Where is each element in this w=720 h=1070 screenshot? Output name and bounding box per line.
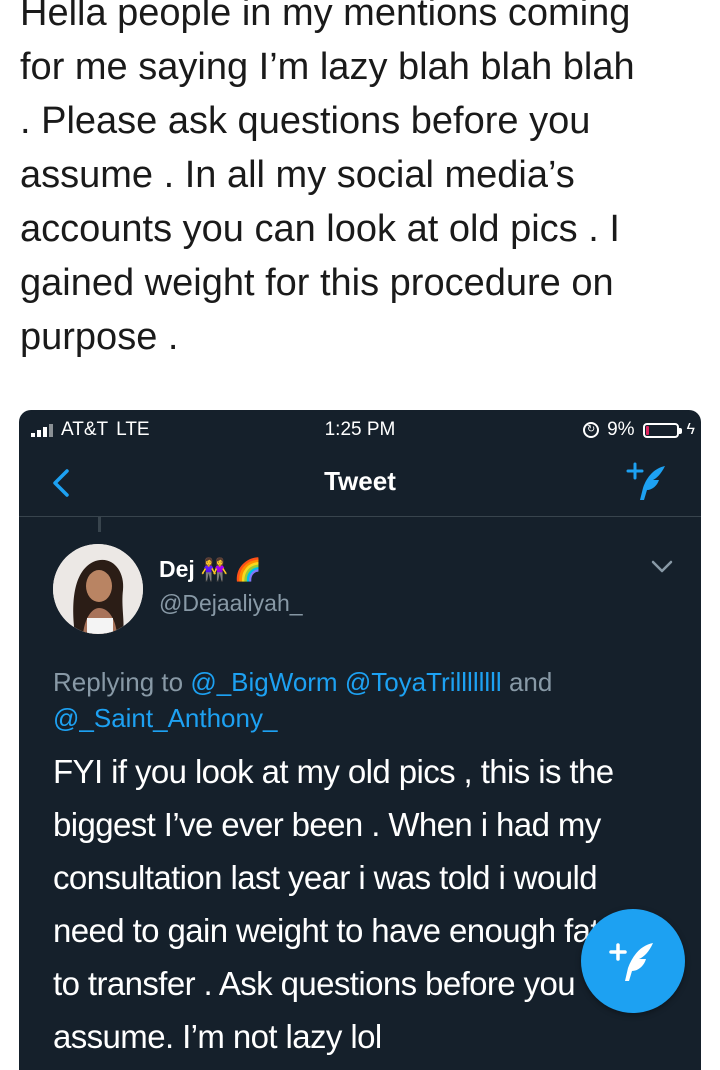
battery-percent: 9%: [607, 419, 635, 440]
author-handle[interactable]: @Dejaaliyah_: [159, 590, 303, 617]
reply-and: and: [508, 667, 553, 697]
compose-feather-icon: [609, 943, 653, 981]
replying-to-line: Replying to @_BigWorm @ToyaTrillllllll a…: [53, 664, 653, 736]
rotation-lock-icon: ↻: [583, 422, 600, 438]
compose-tweet-icon[interactable]: [625, 458, 671, 504]
compose-fab-button[interactable]: [581, 909, 685, 1013]
women-holding-hands-emoji: 👭: [200, 556, 229, 582]
nav-title: Tweet: [324, 466, 396, 496]
battery-level-fill: [645, 425, 649, 435]
mention-link[interactable]: @_BigWorm: [190, 667, 337, 697]
status-right: ↻ 9% ϟ: [583, 419, 695, 441]
charging-bolt-icon: ϟ: [686, 421, 695, 438]
thread-line: [98, 516, 101, 532]
reply-prefix: Replying to: [53, 667, 184, 697]
avatar-photo: [53, 544, 143, 634]
author-name[interactable]: Dej: [159, 556, 195, 583]
caption-text: Hella people in my mentions coming for m…: [20, 0, 635, 358]
battery-icon: [642, 422, 682, 438]
rainbow-emoji: 🌈: [234, 556, 262, 582]
mention-link[interactable]: @_Saint_Anthony_: [53, 703, 277, 733]
avatar[interactable]: [53, 544, 143, 634]
chevron-down-icon[interactable]: [651, 560, 673, 574]
status-bar: AT&T LTE 1:25 PM ↻ 9% ϟ: [19, 410, 701, 446]
tweet-nav-bar: Tweet: [19, 446, 701, 517]
author-row: Dej 👭 🌈: [159, 556, 262, 583]
mention-link[interactable]: @ToyaTrillllllll: [345, 667, 502, 697]
tweet-body: FYI if you look at my old pics , this is…: [53, 753, 614, 1055]
